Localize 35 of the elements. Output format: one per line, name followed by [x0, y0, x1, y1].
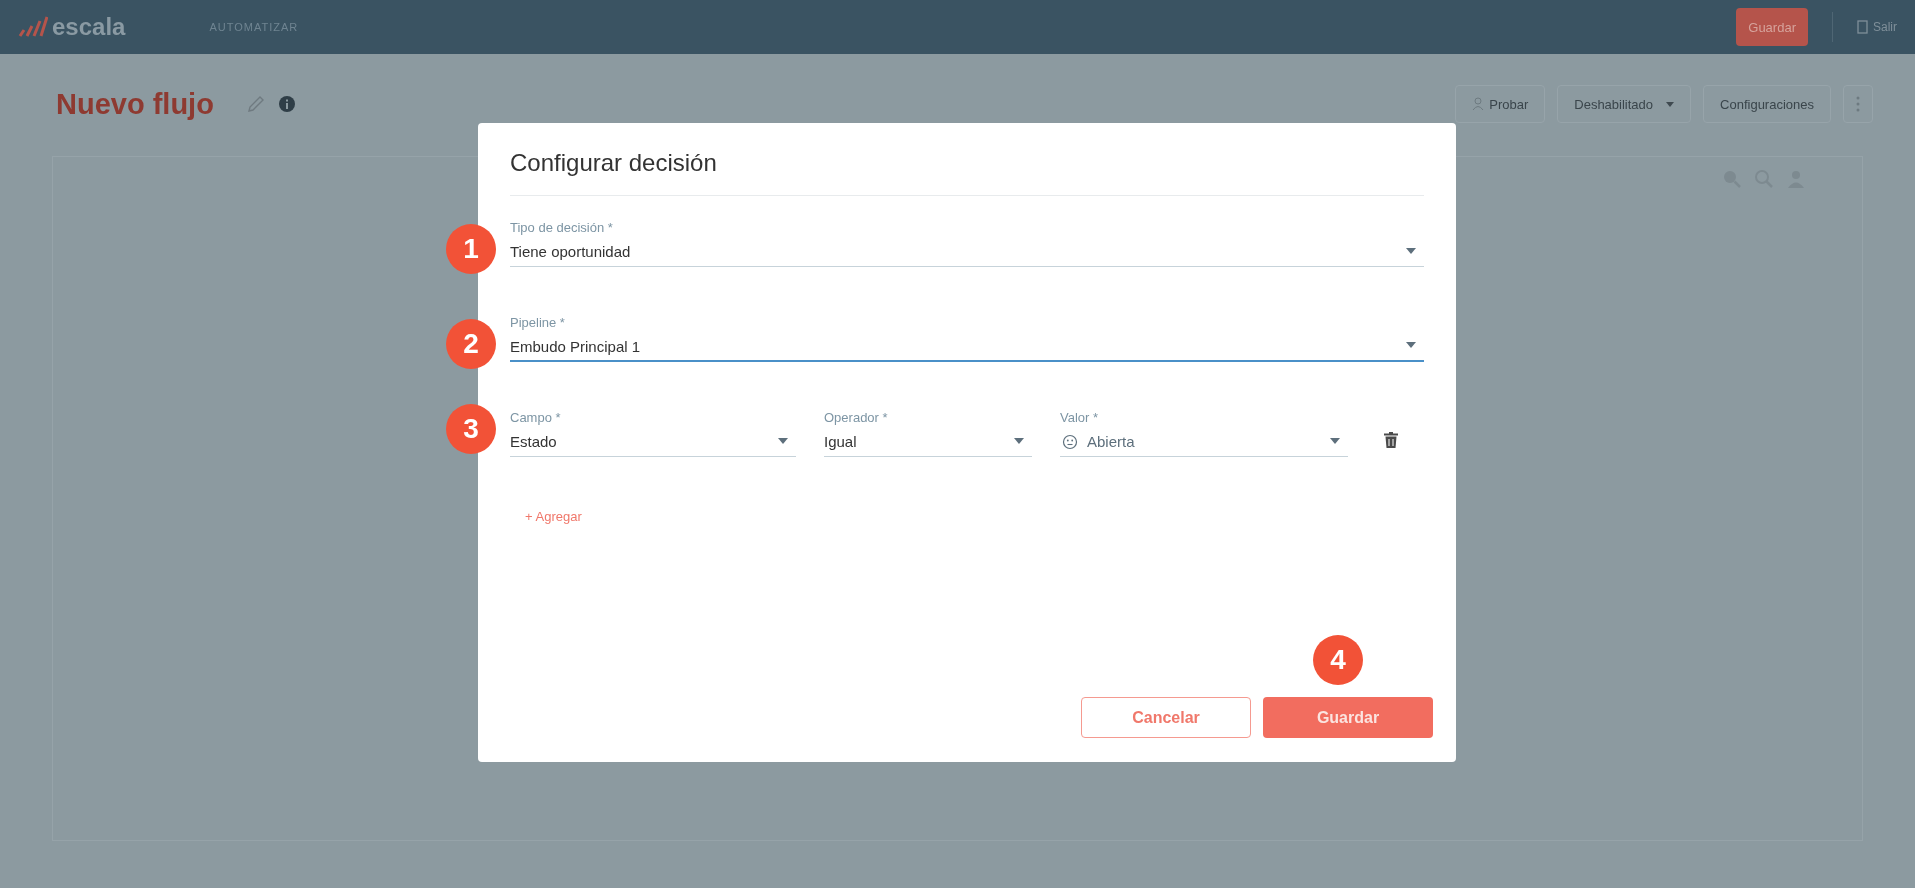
dots-icon	[1856, 96, 1860, 112]
more-button[interactable]	[1843, 85, 1873, 123]
toolbar-button[interactable]: Configuraciones	[1703, 85, 1831, 123]
step-number-badge: 3	[446, 404, 496, 454]
brand-logo: escala	[52, 13, 126, 41]
select-field[interactable]: Tipo de decisión * Tiene oportunidad	[510, 220, 1424, 267]
toolbar-button[interactable]: Deshabilitado	[1557, 85, 1692, 123]
person-icon	[1472, 97, 1485, 111]
select-field[interactable]: Operador * Igual	[824, 410, 1032, 457]
select-field[interactable]: Valor * Abierta	[1060, 410, 1348, 457]
step-number-badge: 2	[446, 319, 496, 369]
caret-icon	[1406, 342, 1416, 348]
caret-icon	[1014, 438, 1024, 444]
caret-icon	[1330, 438, 1340, 444]
exit-link[interactable]: Salir	[1873, 20, 1897, 34]
bars-logo-icon	[18, 16, 48, 38]
step-number-badge: 1	[446, 224, 496, 274]
dialog-title: Configurar decisión	[510, 149, 1424, 196]
select-field[interactable]: Pipeline * Embudo Principal 1	[510, 315, 1424, 362]
toolbar-button[interactable]: Probar	[1455, 85, 1546, 123]
save-button[interactable]: Guardar	[1263, 697, 1433, 738]
trash-icon[interactable]	[1384, 432, 1398, 448]
step-number-badge: 4	[1313, 635, 1363, 685]
page-title: Nuevo flujo	[56, 87, 214, 121]
add-link[interactable]: + Agregar	[525, 509, 582, 524]
pencil-icon[interactable]	[245, 94, 266, 114]
neutral-face-icon	[1062, 433, 1078, 450]
select-field[interactable]: Campo * Estado	[510, 410, 796, 457]
exit-icon	[1857, 20, 1868, 34]
caret-icon	[1406, 248, 1416, 254]
info-icon[interactable]	[277, 95, 296, 113]
caret-icon	[1666, 101, 1675, 107]
caret-icon	[778, 438, 788, 444]
save-button[interactable]: Guardar	[1736, 8, 1808, 46]
cancel-button[interactable]: Cancelar	[1081, 697, 1251, 738]
